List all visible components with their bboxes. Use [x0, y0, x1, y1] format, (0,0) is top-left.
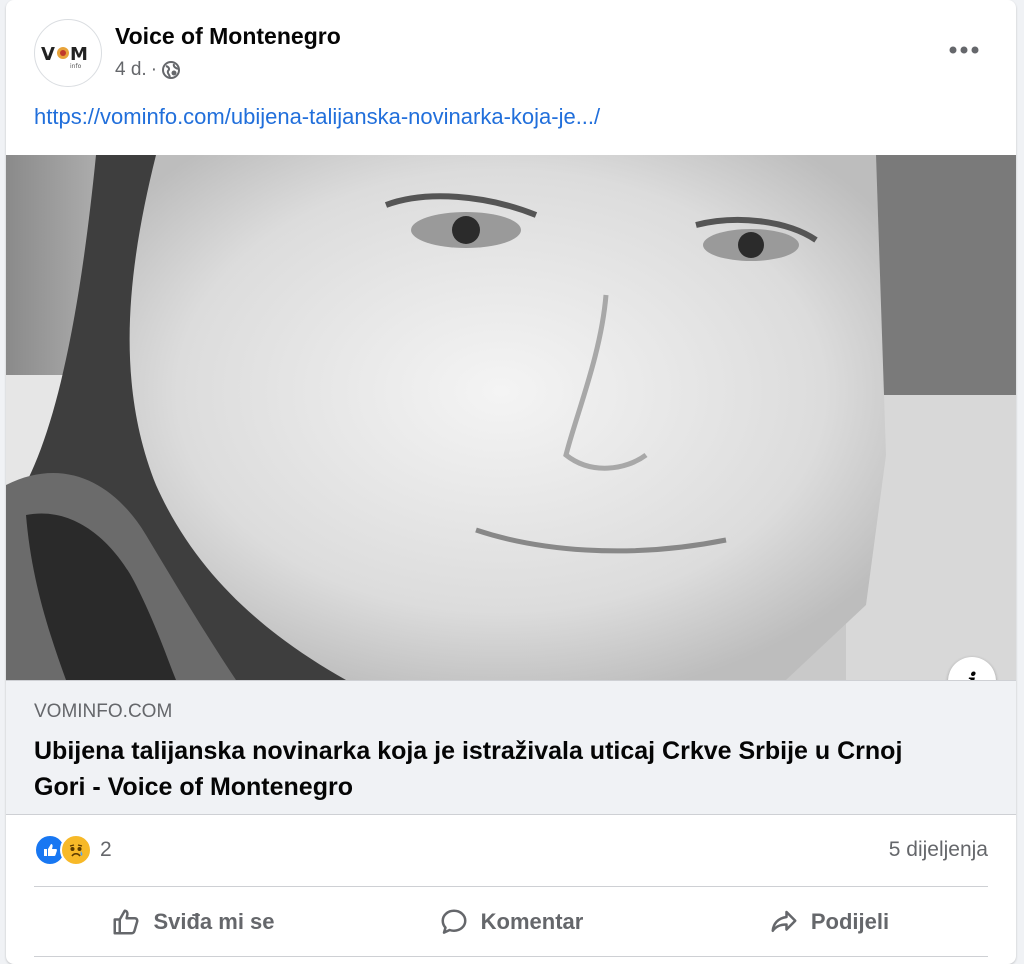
share-button[interactable]: Podijeli	[670, 890, 988, 954]
post-time[interactable]: 4 d.	[115, 59, 147, 81]
like-label: Sviđa mi se	[153, 909, 275, 934]
post-actions: Sviđa mi se Komentar Podijeli	[34, 890, 988, 954]
link-title[interactable]: Ubijena talijanska novinarka koja je ist…	[34, 733, 954, 805]
reactions-summary[interactable]: 2	[34, 834, 112, 866]
vom-logo: V M info	[41, 44, 88, 70]
globe-icon	[162, 61, 181, 79]
post-meta: 4 d. ·	[115, 59, 181, 81]
link-preview-box[interactable]: VOMINFO.COM Ubijena talijanska novinarka…	[6, 680, 1016, 815]
post-url-link[interactable]: https://vominfo.com/ubijena-talijanska-n…	[34, 104, 600, 130]
share-arrow-icon	[771, 910, 797, 932]
logo-sub: info	[70, 63, 82, 70]
sad-icon	[60, 834, 92, 866]
page-name[interactable]: Voice of Montenegro	[115, 23, 341, 50]
link-domain: VOMINFO.COM	[34, 701, 173, 722]
page-avatar[interactable]: V M info	[34, 19, 102, 87]
actions-divider-bottom	[34, 956, 988, 957]
svg-text:V: V	[41, 44, 55, 65]
more-dots-icon	[949, 46, 979, 54]
portrait-photo	[6, 155, 1016, 680]
actions-divider-top	[34, 886, 988, 887]
link-preview-image[interactable]: i	[6, 155, 1016, 680]
post-card: V M info Voice of Montenegro 4 d. · http…	[6, 0, 1016, 964]
comment-icon	[441, 909, 467, 934]
share-label: Podijeli	[810, 909, 890, 934]
shares-count[interactable]: 5 dijeljenja	[889, 838, 988, 862]
reaction-count: 2	[100, 838, 112, 861]
like-button[interactable]: Sviđa mi se	[34, 890, 352, 954]
meta-separator: ·	[150, 59, 158, 80]
comment-button[interactable]: Komentar	[352, 890, 670, 954]
svg-text:M: M	[70, 44, 88, 65]
comment-label: Komentar	[480, 909, 584, 934]
more-options-button[interactable]	[942, 28, 986, 72]
thumbs-up-icon	[113, 909, 139, 935]
